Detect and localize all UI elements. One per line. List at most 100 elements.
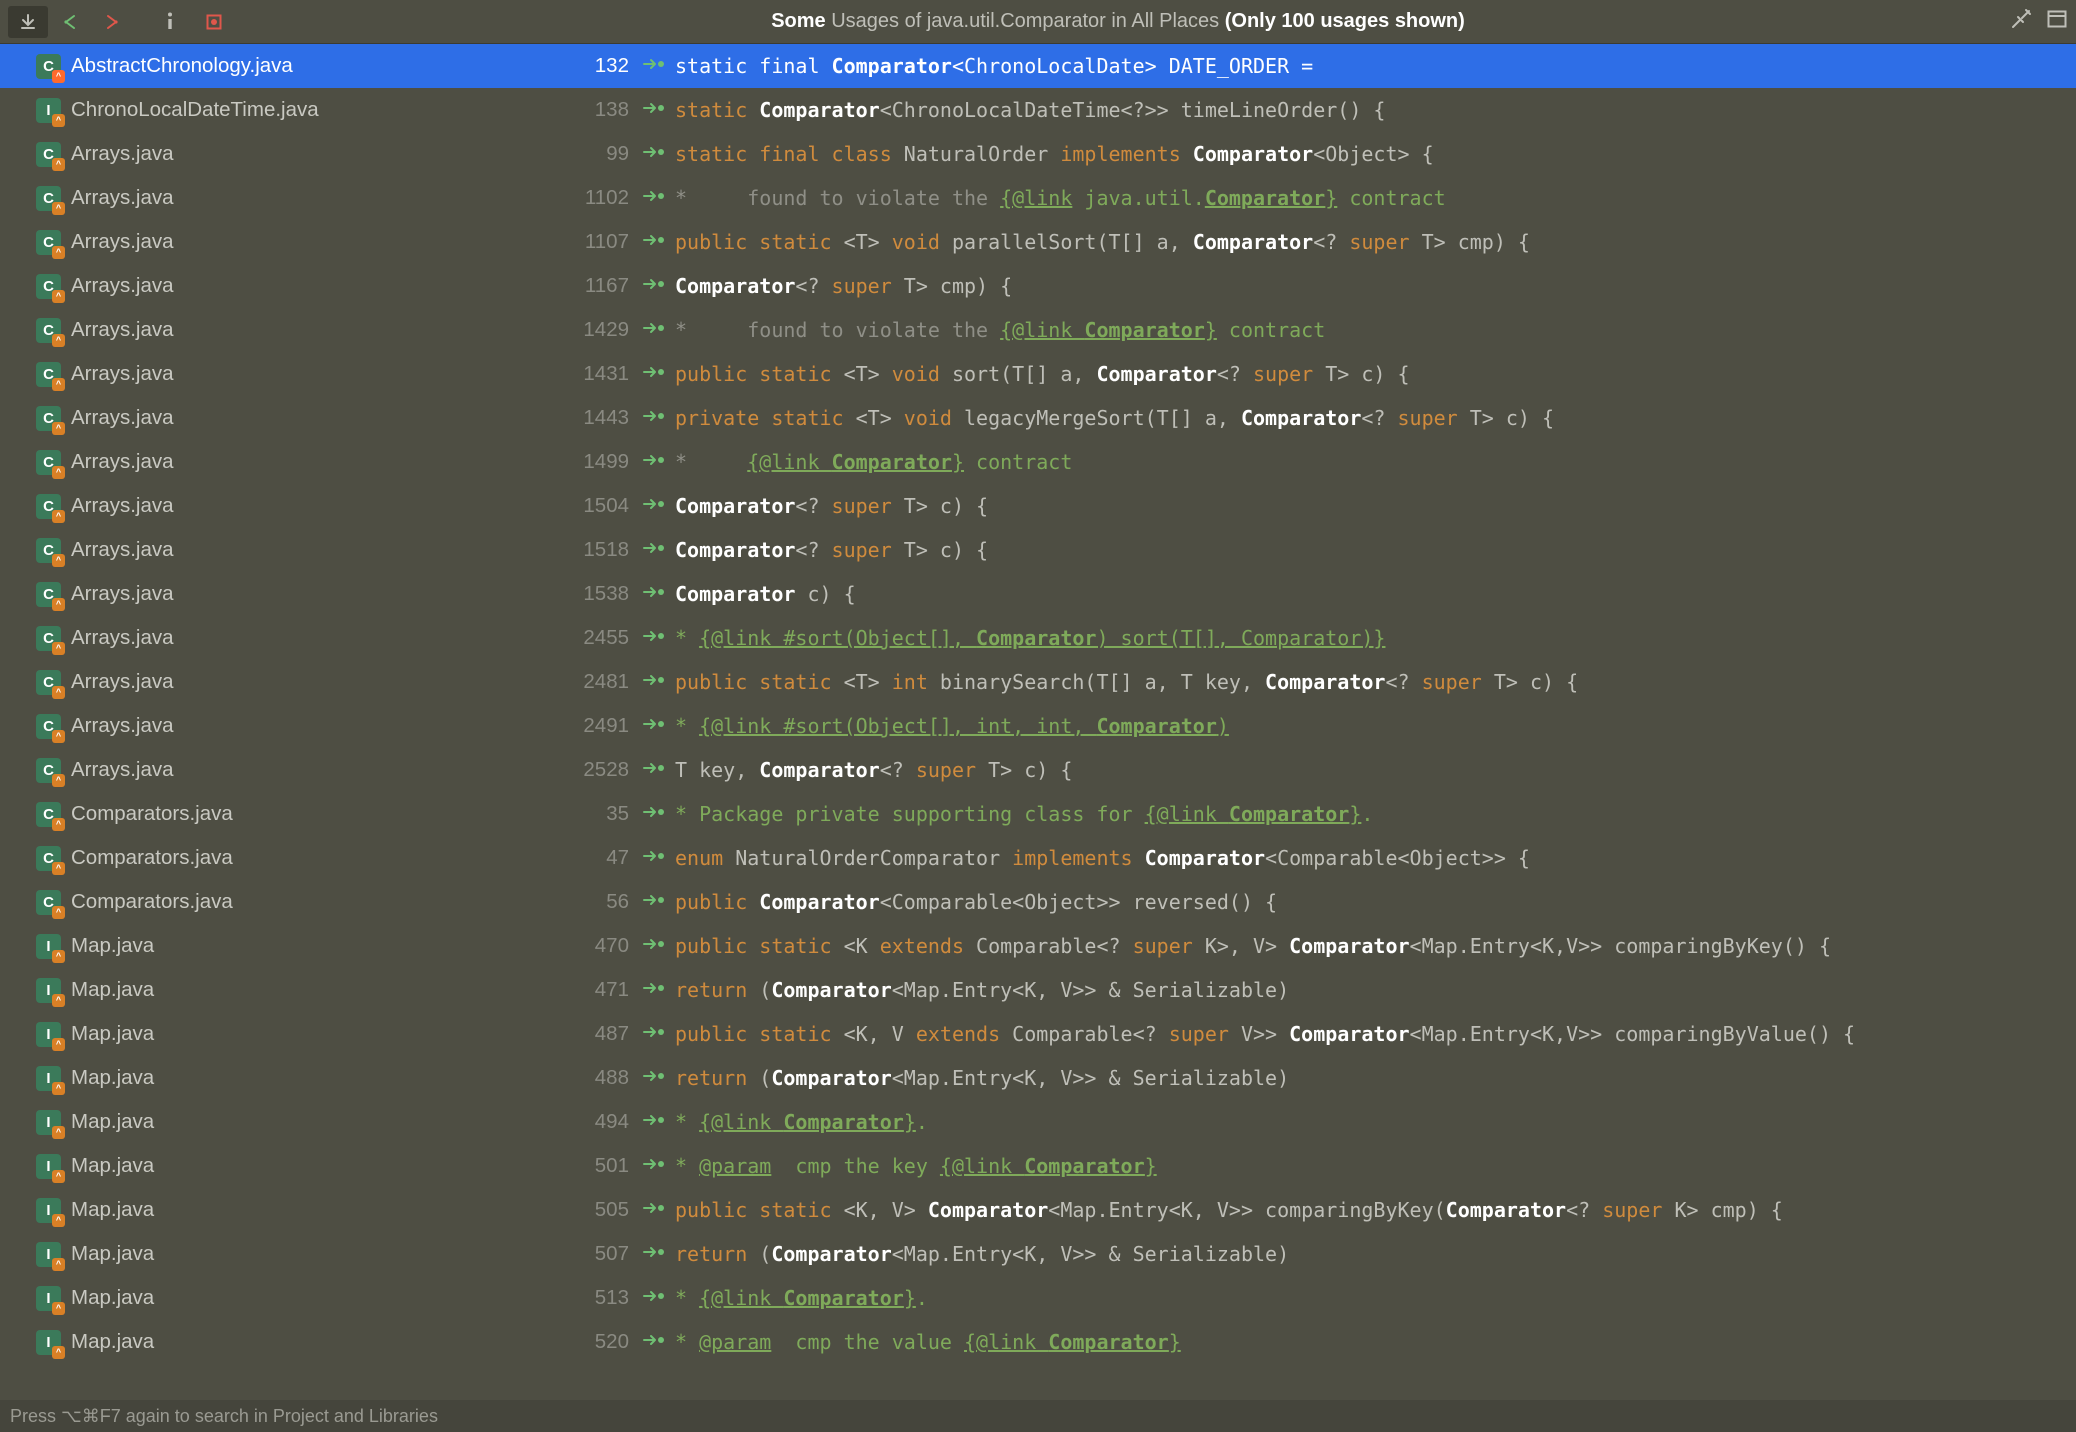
file-name: Arrays.java	[71, 758, 559, 782]
line-number: 56	[559, 890, 629, 914]
interface-file-icon: I^	[36, 978, 61, 1003]
line-number: 494	[559, 1110, 629, 1134]
line-number: 1538	[559, 582, 629, 606]
usage-row[interactable]: I^Map.java513* {@link Comparator}.	[0, 1276, 2076, 1320]
usage-row[interactable]: C^Arrays.java1102* found to violate the …	[0, 176, 2076, 220]
usage-row[interactable]: C^Arrays.java1518Comparator<? super T> c…	[0, 528, 2076, 572]
class-file-icon: C^	[36, 714, 61, 739]
interface-file-icon: I^	[36, 1330, 61, 1355]
file-name: Arrays.java	[71, 406, 559, 430]
line-number: 1102	[559, 186, 629, 210]
class-file-icon: C^	[36, 230, 61, 255]
usage-row[interactable]: C^Arrays.java1107public static <T> void …	[0, 220, 2076, 264]
navigate-icon	[643, 189, 665, 207]
navigate-icon	[643, 1333, 665, 1351]
code-snippet: * found to violate the {@link Comparator…	[675, 318, 1325, 342]
line-number: 505	[559, 1198, 629, 1222]
navigate-icon	[643, 453, 665, 471]
file-name: Comparators.java	[71, 802, 559, 826]
code-snippet: static Comparator<ChronoLocalDateTime<?>…	[675, 98, 1385, 122]
title: Some Usages of java.util.Comparator in A…	[236, 10, 2000, 33]
usage-row[interactable]: I^Map.java520* @param cmp the value {@li…	[0, 1320, 2076, 1364]
navigate-icon	[643, 1025, 665, 1043]
code-snippet: public static <T> void sort(T[] a, Compa…	[675, 362, 1410, 386]
usage-row[interactable]: I^Map.java507return (Comparator<Map.Entr…	[0, 1232, 2076, 1276]
code-snippet: public static <T> void parallelSort(T[] …	[675, 230, 1530, 254]
code-snippet: * {@link #sort(Object[], Comparator) sor…	[675, 626, 1385, 650]
line-number: 1107	[559, 230, 629, 254]
navigate-icon	[643, 849, 665, 867]
usage-row[interactable]: C^Arrays.java1443private static <T> void…	[0, 396, 2076, 440]
usage-row[interactable]: C^Comparators.java56public Comparator<Co…	[0, 880, 2076, 924]
usage-row[interactable]: C^Arrays.java2491* {@link #sort(Object[]…	[0, 704, 2076, 748]
usage-row[interactable]: C^Comparators.java47enum NaturalOrderCom…	[0, 836, 2076, 880]
usage-row[interactable]: I^Map.java470public static <K extends Co…	[0, 924, 2076, 968]
interface-file-icon: I^	[36, 1242, 61, 1267]
navigate-icon	[643, 717, 665, 735]
usage-row[interactable]: I^Map.java471return (Comparator<Map.Entr…	[0, 968, 2076, 1012]
usage-row[interactable]: C^Arrays.java2455* {@link #sort(Object[]…	[0, 616, 2076, 660]
usage-row[interactable]: C^Arrays.java2481public static <T> int b…	[0, 660, 2076, 704]
class-file-icon: C^	[36, 890, 61, 915]
navigate-icon	[643, 409, 665, 427]
code-snippet: * @param cmp the key {@link Comparator}	[675, 1154, 1157, 1178]
line-number: 1518	[559, 538, 629, 562]
code-snippet: return (Comparator<Map.Entry<K, V>> & Se…	[675, 978, 1289, 1002]
code-snippet: T key, Comparator<? super T> c) {	[675, 758, 1072, 782]
navigate-icon	[643, 541, 665, 559]
usage-row[interactable]: C^Arrays.java1499* {@link Comparator} co…	[0, 440, 2076, 484]
usage-row[interactable]: C^Arrays.java1429* found to violate the …	[0, 308, 2076, 352]
toolbar: Some Usages of java.util.Comparator in A…	[0, 0, 2076, 44]
usage-row[interactable]: C^Comparators.java35* Package private su…	[0, 792, 2076, 836]
file-name: AbstractChronology.java	[71, 54, 559, 78]
usage-row[interactable]: I^Map.java494* {@link Comparator}.	[0, 1100, 2076, 1144]
usage-row[interactable]: C^Arrays.java99static final class Natura…	[0, 132, 2076, 176]
file-name: Arrays.java	[71, 274, 559, 298]
prev-occurrence-button[interactable]	[50, 6, 90, 38]
navigate-icon	[643, 1157, 665, 1175]
usage-row[interactable]: I^ChronoLocalDateTime.java138static Comp…	[0, 88, 2076, 132]
usage-row[interactable]: C^Arrays.java1431public static <T> void …	[0, 352, 2076, 396]
line-number: 1504	[559, 494, 629, 518]
file-name: Map.java	[71, 1154, 559, 1178]
line-number: 2455	[559, 626, 629, 650]
class-file-icon: C^	[36, 494, 61, 519]
usage-row[interactable]: C^Arrays.java1167Comparator<? super T> c…	[0, 264, 2076, 308]
interface-file-icon: I^	[36, 1198, 61, 1223]
code-snippet: * {@link Comparator}.	[675, 1110, 928, 1134]
class-file-icon: C^	[36, 626, 61, 651]
line-number: 520	[559, 1330, 629, 1354]
usage-row[interactable]: C^Arrays.java2528T key, Comparator<? sup…	[0, 748, 2076, 792]
navigate-icon	[643, 101, 665, 119]
line-number: 501	[559, 1154, 629, 1178]
settings-icon[interactable]	[2010, 8, 2032, 36]
usage-row[interactable]: I^Map.java501* @param cmp the key {@link…	[0, 1144, 2076, 1188]
info-button[interactable]	[152, 6, 192, 38]
file-name: Map.java	[71, 1286, 559, 1310]
open-in-find-window-button[interactable]	[8, 6, 48, 38]
next-occurrence-button[interactable]	[92, 6, 132, 38]
usage-row[interactable]: I^Map.java505public static <K, V> Compar…	[0, 1188, 2076, 1232]
file-name: Map.java	[71, 934, 559, 958]
class-file-icon: C^	[36, 670, 61, 695]
line-number: 35	[559, 802, 629, 826]
quick-preview-icon[interactable]	[2046, 8, 2068, 36]
usage-row[interactable]: C^AbstractChronology.java132static final…	[0, 44, 2076, 88]
pin-button[interactable]	[194, 6, 234, 38]
line-number: 487	[559, 1022, 629, 1046]
line-number: 1429	[559, 318, 629, 342]
navigate-icon	[643, 57, 665, 75]
file-name: Arrays.java	[71, 714, 559, 738]
navigate-icon	[643, 1113, 665, 1131]
usage-row[interactable]: C^Arrays.java1504Comparator<? super T> c…	[0, 484, 2076, 528]
code-snippet: public Comparator<Comparable<Object>> re…	[675, 890, 1277, 914]
usage-row[interactable]: I^Map.java487public static <K, V extends…	[0, 1012, 2076, 1056]
file-name: Arrays.java	[71, 142, 559, 166]
class-file-icon: C^	[36, 758, 61, 783]
usage-row[interactable]: I^Map.java488return (Comparator<Map.Entr…	[0, 1056, 2076, 1100]
usage-row[interactable]: C^Arrays.java1538Comparator c) {	[0, 572, 2076, 616]
line-number: 2491	[559, 714, 629, 738]
navigate-icon	[643, 981, 665, 999]
file-name: Arrays.java	[71, 450, 559, 474]
navigate-icon	[643, 233, 665, 251]
